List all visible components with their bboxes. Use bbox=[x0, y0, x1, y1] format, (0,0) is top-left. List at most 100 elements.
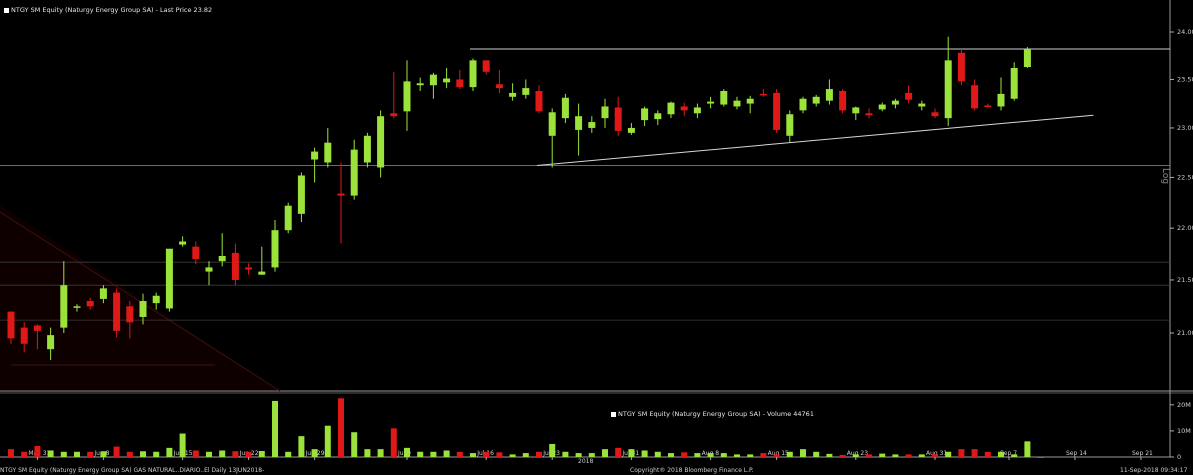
candle-body bbox=[33, 325, 41, 331]
volume-bar bbox=[602, 449, 608, 457]
candle-body bbox=[73, 306, 81, 308]
candle-body bbox=[812, 96, 820, 104]
volume-bar bbox=[522, 453, 529, 457]
volume-bar bbox=[800, 449, 806, 457]
volume-bar bbox=[588, 453, 595, 457]
candle-body bbox=[192, 246, 200, 260]
volume-bar bbox=[417, 451, 424, 457]
volume-bar bbox=[747, 454, 754, 457]
candle-body bbox=[746, 98, 754, 104]
volume-bar bbox=[826, 453, 833, 457]
candle-body bbox=[931, 112, 939, 117]
volume-bar bbox=[641, 450, 648, 457]
candle-body bbox=[733, 100, 741, 107]
candle-body bbox=[839, 90, 847, 111]
volume-bar bbox=[219, 450, 226, 457]
candle-body bbox=[944, 60, 952, 119]
volume-bar bbox=[377, 449, 384, 457]
candle-body bbox=[720, 90, 728, 105]
volume-bar bbox=[245, 451, 252, 457]
candle-body bbox=[984, 105, 992, 108]
candle-body bbox=[363, 135, 371, 163]
volume-bar bbox=[470, 453, 476, 457]
volume-bar bbox=[364, 449, 371, 457]
volume-bar bbox=[918, 454, 925, 457]
candle-body bbox=[654, 113, 662, 120]
volume-bar bbox=[1037, 456, 1044, 458]
candle-body bbox=[693, 107, 701, 114]
candle-body bbox=[297, 175, 305, 214]
candle-body bbox=[324, 142, 332, 163]
candle-body bbox=[588, 122, 596, 128]
candle-body bbox=[86, 301, 94, 307]
candle-body bbox=[561, 97, 569, 119]
decorative-channel bbox=[0, 205, 280, 391]
candle-body bbox=[786, 114, 794, 136]
candle-body bbox=[271, 230, 279, 268]
candle-body bbox=[1010, 67, 1018, 99]
y-tick-label: 22.00 bbox=[1177, 224, 1193, 232]
volume-bar bbox=[734, 454, 740, 457]
candle-body bbox=[443, 78, 451, 83]
volume-bar bbox=[87, 451, 94, 457]
volume-legend-text: NTGY SM Equity (Naturgy Energy Group SA)… bbox=[618, 410, 814, 418]
candle-body bbox=[878, 104, 886, 110]
bloomberg-chart: 24.00 23.50 23.00 22.50 22.00 21.50 21.00 20M 10… bbox=[0, 0, 1193, 461]
candle-body bbox=[865, 113, 873, 116]
volume-bar bbox=[984, 451, 991, 457]
price-legend-text: NTGY SM Equity (Naturgy Energy Group SA)… bbox=[11, 6, 213, 14]
volume-bar bbox=[615, 447, 622, 457]
volume-bar bbox=[654, 451, 661, 457]
candle-body bbox=[99, 288, 107, 299]
volume-bar bbox=[351, 432, 358, 457]
volume-bar bbox=[74, 451, 80, 457]
volume-bar bbox=[443, 450, 450, 457]
volume-bar bbox=[404, 447, 410, 457]
candle-body bbox=[825, 89, 833, 101]
volume-bar bbox=[272, 400, 278, 457]
candle-body bbox=[205, 267, 213, 272]
x-tick-label: Sep 14 bbox=[1066, 450, 1087, 457]
volume-bar bbox=[575, 453, 582, 457]
candle-body bbox=[429, 74, 437, 86]
footer-right: 11-Sep-2018 09:34:17 bbox=[1120, 467, 1188, 474]
log-scale-label: Log bbox=[1160, 168, 1170, 185]
volume-bar bbox=[166, 447, 173, 457]
volume-bar bbox=[298, 436, 305, 457]
volume-bar bbox=[258, 451, 265, 457]
volume-bar bbox=[496, 452, 503, 457]
volume-bar bbox=[456, 451, 463, 457]
candle-body bbox=[165, 248, 173, 309]
candle-body bbox=[918, 103, 926, 107]
volume-bar bbox=[668, 453, 674, 457]
volume-bar bbox=[509, 454, 516, 457]
volume-legend: NTGY SM Equity (Naturgy Energy Group SA)… bbox=[611, 410, 814, 418]
candle-body bbox=[20, 327, 28, 344]
candle-body bbox=[957, 52, 965, 82]
volume-bar bbox=[839, 454, 846, 457]
volume-bar bbox=[866, 454, 872, 457]
candle-body bbox=[218, 255, 226, 262]
price-legend: NTGY SM Equity (Naturgy Energy Group SA)… bbox=[4, 6, 212, 14]
footer-center: Copyright® 2018 Bloomberg Finance L.P. bbox=[630, 467, 754, 474]
volume-bar bbox=[100, 451, 107, 457]
y-tick-label: 21.50 bbox=[1177, 276, 1193, 284]
x-tick-label: Sep 21 bbox=[1132, 450, 1153, 457]
candle-body bbox=[456, 79, 464, 88]
volume-tick-label: 20M bbox=[1177, 401, 1191, 409]
candle-body bbox=[258, 271, 266, 275]
volume-bar bbox=[1011, 454, 1018, 457]
volume-bar bbox=[905, 454, 912, 457]
volume-bar bbox=[628, 449, 635, 457]
candle-body bbox=[60, 285, 68, 328]
candle-body bbox=[641, 108, 649, 121]
volume-bar bbox=[390, 428, 397, 457]
volume-bar bbox=[945, 451, 952, 457]
candle-body bbox=[680, 106, 688, 111]
candle-body bbox=[139, 301, 147, 317]
candle-body bbox=[509, 92, 517, 97]
volume-bar bbox=[232, 451, 239, 457]
candle-body bbox=[179, 241, 187, 245]
volume-bar bbox=[562, 451, 569, 457]
volume-bar bbox=[60, 451, 67, 457]
